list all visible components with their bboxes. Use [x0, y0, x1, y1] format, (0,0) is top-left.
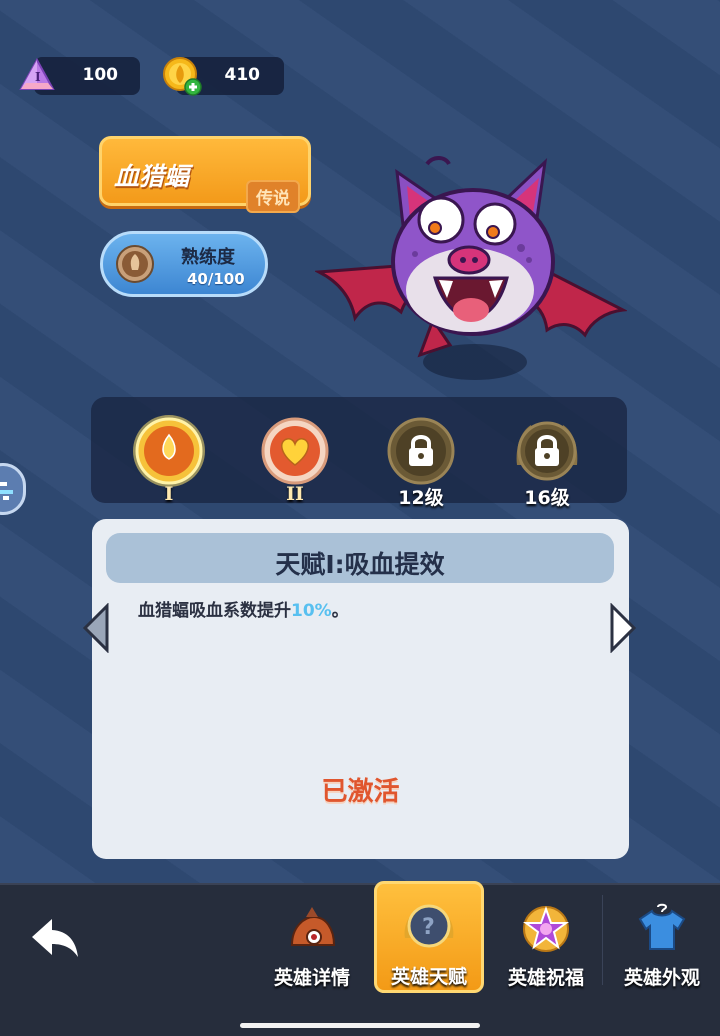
proficiency-medal-icon: [116, 245, 154, 283]
home-indicator[interactable]: [240, 1023, 480, 1028]
back-arrow-icon[interactable]: [30, 915, 82, 961]
gem-counter[interactable]: I 100: [19, 57, 140, 95]
talent-slot-2[interactable]: II: [257, 413, 333, 505]
previous-talent-arrow-icon[interactable]: [81, 603, 111, 653]
talent-numeral-1: I: [164, 483, 174, 505]
bat-hero-portrait: [315, 156, 627, 380]
talent-selector: I II 12级 16级: [91, 397, 627, 509]
description-highlight: 10%: [291, 601, 332, 621]
svg-text:?: ?: [422, 915, 435, 940]
purple-gem-icon: I: [19, 57, 55, 90]
talent-slot-4[interactable]: 16级: [509, 413, 585, 509]
tab-hero-talent-label: 英雄天赋: [390, 966, 467, 988]
lock-icon: [516, 421, 578, 481]
activation-status: 已激活: [321, 777, 400, 807]
proficiency-value: 40/100: [187, 270, 245, 288]
tab-hero-skin[interactable]: 英雄外观: [606, 885, 718, 995]
tab-divider: [602, 895, 603, 985]
assistant-tool-icon: [0, 482, 13, 500]
description-text: 血猎蝠吸血系数提升: [138, 601, 291, 621]
lock-icon: [387, 417, 455, 485]
tab-hero-details[interactable]: 英雄详情: [256, 885, 368, 995]
tab-hero-skin-label: 英雄外观: [623, 967, 700, 989]
side-tool-button[interactable]: [0, 463, 26, 515]
proficiency-button[interactable]: 熟练度 40/100: [100, 231, 268, 297]
hero-name-banner: 血猎蝠 传说: [99, 136, 311, 213]
detail-title-bar: 天赋Ⅰ:吸血提效: [106, 533, 614, 583]
next-talent-arrow-icon[interactable]: [608, 603, 638, 653]
rarity-badge: 传说: [246, 180, 300, 213]
tab-hero-talent[interactable]: ? 英雄天赋: [374, 881, 484, 993]
tab-hero-blessing-label: 英雄祝福: [507, 967, 584, 989]
tab-hero-blessing[interactable]: 英雄祝福: [490, 885, 602, 995]
coin-amount: 410: [224, 65, 261, 85]
heart-icon: [261, 417, 329, 485]
bottom-navigation: 英雄详情 ? 英雄天赋 英雄祝福 英雄外观: [0, 881, 720, 995]
tab-hero-details-label: 英雄详情: [273, 967, 350, 989]
talent-level-4: 16级: [524, 487, 570, 509]
hero-details-icon: [290, 907, 336, 946]
hero-name: 血猎蝠: [114, 162, 190, 191]
proficiency-label: 熟练度: [181, 247, 235, 268]
coin-counter[interactable]: 410: [163, 57, 284, 96]
shirt-icon: [638, 903, 686, 950]
talent-slot-1[interactable]: I: [131, 413, 207, 505]
description-end: 。: [331, 601, 349, 621]
talent-detail-panel: 天赋Ⅰ:吸血提效 血猎蝠吸血系数提升10%。 已激活: [92, 519, 629, 859]
star-blessing-icon: [523, 906, 569, 952]
svg-text:I: I: [35, 70, 41, 84]
gem-amount: 100: [82, 65, 119, 85]
talent-numeral-2: II: [286, 483, 304, 505]
talent-level-3: 12级: [398, 487, 444, 509]
talent-slot-3[interactable]: 12级: [383, 413, 459, 509]
talent-description: 血猎蝠吸血系数提升10%。: [138, 596, 349, 621]
system-bar: [0, 995, 720, 1036]
gold-coin-add-icon: [163, 57, 202, 96]
blood-drop-icon: [133, 415, 205, 487]
talent-question-icon: ?: [404, 904, 454, 948]
talent-title: 天赋Ⅰ:吸血提效: [275, 550, 445, 579]
